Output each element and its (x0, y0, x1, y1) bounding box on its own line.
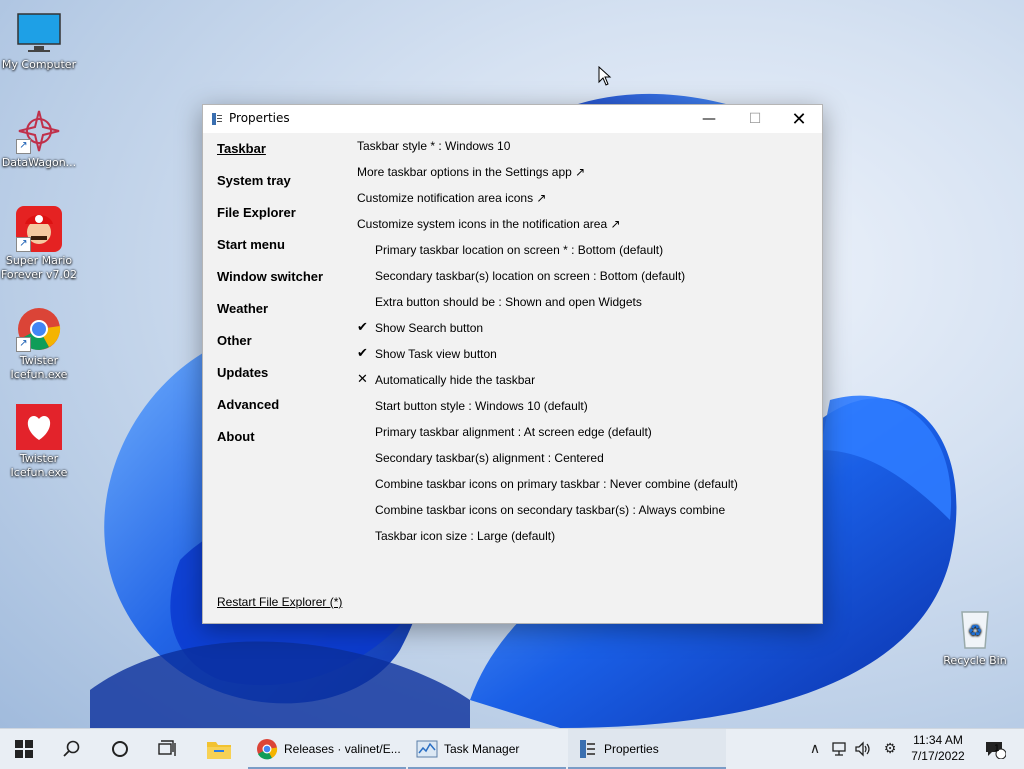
taskbar-app-label: Task Manager (444, 742, 520, 756)
desktop-icon-super-mario[interactable]: ↗ Super Mario Forever v7.02 (0, 206, 78, 282)
nav-item-start-menu[interactable]: Start menu (217, 237, 285, 252)
task-view-icon (158, 740, 176, 756)
desktop-icon-twister-chrome[interactable]: ↗ Twister Icefun.exe (0, 306, 78, 382)
nav-item-window-switcher[interactable]: Window switcher (217, 269, 323, 284)
nav-item-other[interactable]: Other (217, 333, 252, 348)
maximize-icon: ☐ (748, 111, 762, 127)
properties-app-icon (212, 113, 222, 125)
nav-item-file-explorer[interactable]: File Explorer (217, 205, 296, 220)
desktop-icon-label: Recycle Bin (943, 654, 1007, 667)
chrome-icon: ↗ (16, 306, 62, 352)
option-secondary-alignment[interactable]: Secondary taskbar(s) alignment : Centere… (375, 451, 604, 465)
nav-item-advanced[interactable]: Advanced (217, 397, 279, 412)
network-icon (832, 742, 846, 756)
mouse-cursor-icon (598, 66, 612, 86)
option-auto-hide-taskbar[interactable]: Automatically hide the taskbar (375, 373, 535, 387)
notification-count: 1 (994, 744, 1000, 754)
task-view-button[interactable] (144, 729, 192, 769)
desktop-icon-label: My Computer (1, 58, 77, 71)
properties-icon (580, 740, 595, 758)
clock-time: 11:34 AM (913, 733, 963, 747)
nav-item-weather[interactable]: Weather (217, 301, 268, 316)
recycle-bin-icon: ♻ (952, 606, 998, 652)
action-center-button[interactable]: 1 (980, 729, 1010, 769)
option-settings-app-link[interactable]: More taskbar options in the Settings app… (357, 165, 585, 179)
option-show-task-view-button[interactable]: Show Task view button (375, 347, 497, 361)
taskbar-app-properties[interactable]: Properties (568, 729, 726, 769)
speaker-icon (855, 741, 870, 757)
maximize-button[interactable]: ☐ (732, 105, 778, 133)
monitor-icon (16, 10, 62, 56)
option-system-icons-link[interactable]: Customize system icons in the notificati… (357, 217, 621, 231)
option-combine-primary[interactable]: Combine taskbar icons on primary taskbar… (375, 477, 738, 491)
search-icon (63, 740, 80, 757)
option-icon-size[interactable]: Taskbar icon size : Large (default) (375, 529, 555, 543)
taskbar-app-label: Properties (604, 742, 659, 756)
taskbar-clock[interactable]: 11:34 AM 7/17/2022 (902, 732, 974, 764)
desktop-icon-twister-algida[interactable]: Twister Icefun.exe (0, 404, 78, 480)
task-manager-icon (416, 740, 438, 758)
minimize-button[interactable]: — (686, 105, 732, 133)
chrome-icon (257, 739, 278, 760)
mario-icon: ↗ (16, 206, 62, 252)
search-button[interactable] (48, 729, 96, 769)
volume-button[interactable] (852, 729, 874, 769)
title-bar[interactable]: Properties — ☐ ✕ (203, 105, 822, 133)
algida-heart-icon (16, 404, 62, 450)
clock-date: 7/17/2022 (911, 749, 965, 763)
close-icon: ✕ (791, 108, 807, 130)
option-taskbar-style[interactable]: Taskbar style * : Windows 10 (357, 139, 510, 153)
taskbar-app-task-manager[interactable]: Task Manager (408, 729, 566, 769)
desktop-icon-label: Twister Icefun.exe (10, 354, 68, 381)
nav-item-system-tray[interactable]: System tray (217, 173, 291, 188)
minimize-icon: — (702, 111, 716, 127)
desktop-icon-recycle-bin[interactable]: ♻ Recycle Bin (936, 606, 1014, 668)
option-notification-icons-link[interactable]: Customize notification area icons ↗ (357, 191, 546, 205)
gear-icon: ⚙ (883, 741, 897, 757)
checkmark-icon: ✔ (357, 320, 368, 335)
cortana-button[interactable] (96, 729, 144, 769)
taskbar-app-label: Releases · valinet/E... (284, 742, 401, 756)
option-start-button-style[interactable]: Start button style : Windows 10 (default… (375, 399, 588, 413)
desktop-icon-datawagon[interactable]: ↗ DataWagon... (0, 108, 78, 170)
svg-text:♻: ♻ (968, 621, 982, 640)
desktop-icon-label: DataWagon... (1, 156, 77, 169)
desktop-icon-label: Twister Icefun.exe (10, 452, 68, 479)
restart-file-explorer-link[interactable]: Restart File Explorer (*) (217, 595, 342, 609)
taskbar-app-chrome[interactable]: Releases · valinet/E... (248, 729, 406, 769)
close-button[interactable]: ✕ (776, 105, 822, 133)
checkmark-icon: ✔ (357, 346, 368, 361)
datawagon-logo-icon: ↗ (16, 108, 62, 154)
file-explorer-button[interactable] (194, 729, 244, 769)
folder-icon (207, 742, 231, 759)
windows-logo-icon (15, 740, 33, 758)
cortana-circle-icon (112, 741, 128, 757)
shortcut-arrow-icon: ↗ (16, 139, 31, 154)
option-secondary-location[interactable]: Secondary taskbar(s) location on screen … (375, 269, 685, 283)
nav-item-updates[interactable]: Updates (217, 365, 268, 380)
properties-window[interactable]: Properties — ☐ ✕ Taskbar System tray Fil… (202, 104, 823, 624)
nav-item-about[interactable]: About (217, 429, 255, 444)
taskbar: Releases · valinet/E... Task Manager Pro… (0, 728, 1024, 769)
window-title: Properties (229, 111, 290, 125)
shortcut-arrow-icon: ↗ (16, 237, 31, 252)
start-button[interactable] (0, 729, 48, 769)
nav-item-taskbar[interactable]: Taskbar (217, 141, 266, 156)
desktop-icon-my-computer[interactable]: My Computer (0, 10, 78, 72)
shortcut-arrow-icon: ↗ (16, 337, 31, 352)
option-combine-secondary[interactable]: Combine taskbar icons on secondary taskb… (375, 503, 725, 517)
network-button[interactable] (828, 729, 850, 769)
option-primary-location[interactable]: Primary taskbar location on screen * : B… (375, 243, 663, 257)
desktop-icon-label: Super Mario Forever v7.02 (0, 254, 77, 281)
settings-button[interactable]: ⚙ (878, 729, 902, 769)
option-primary-alignment[interactable]: Primary taskbar alignment : At screen ed… (375, 425, 652, 439)
option-extra-button[interactable]: Extra button should be : Shown and open … (375, 295, 642, 309)
chevron-up-icon: ∧ (809, 741, 821, 757)
cross-icon: ✕ (357, 372, 368, 387)
option-show-search-button[interactable]: Show Search button (375, 321, 483, 335)
show-hidden-icons-button[interactable]: ∧ (804, 729, 826, 769)
